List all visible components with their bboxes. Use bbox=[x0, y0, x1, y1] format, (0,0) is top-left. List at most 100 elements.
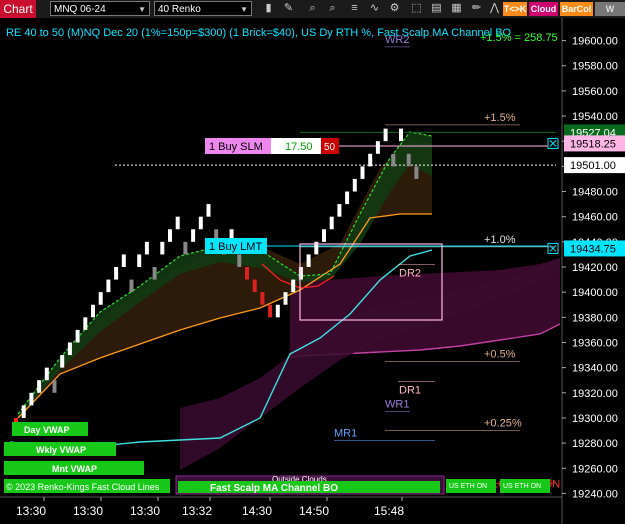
price-badge-value: 19434.75 bbox=[570, 243, 616, 255]
wvwap-toggle-button[interactable]: W VWA bbox=[595, 2, 625, 28]
eth-on-1: US ETH ON bbox=[449, 483, 487, 490]
strategy-icon[interactable]: ⚙ bbox=[388, 2, 401, 15]
renko-bar bbox=[75, 329, 80, 343]
price-tick-label: 19280.00 bbox=[572, 438, 618, 450]
pen-icon[interactable]: ✏ bbox=[470, 2, 483, 15]
buy-slm-label: 1 Buy SLM bbox=[209, 141, 263, 153]
renko-bar bbox=[206, 204, 211, 217]
window-title: Chart bbox=[0, 0, 36, 18]
tk-toggle-button[interactable]: T<>K bbox=[503, 2, 527, 16]
wkly-vwap-label: Wkly VWAP bbox=[36, 445, 86, 455]
renko-bar bbox=[268, 304, 273, 318]
renko-bar bbox=[83, 317, 88, 330]
level-label: +1.0% bbox=[484, 234, 516, 246]
day-vwap-label: Day VWAP bbox=[24, 425, 70, 435]
time-tick-label: 14:50 bbox=[299, 504, 329, 518]
price-badge-value: 19518.25 bbox=[570, 138, 616, 150]
barcol-toggle-button[interactable]: BarCol bbox=[560, 2, 593, 16]
renko-bar bbox=[106, 279, 111, 293]
price-tick-label: 19480.00 bbox=[572, 187, 618, 199]
price-tick-label: 19460.00 bbox=[572, 212, 618, 224]
buy-slm-order[interactable]: 1 Buy SLM 17.50 50 bbox=[205, 138, 339, 154]
renko-bar bbox=[44, 367, 49, 381]
renko-bar bbox=[322, 229, 326, 242]
renko-bar bbox=[152, 267, 157, 280]
renko-bar bbox=[360, 166, 365, 179]
fast-scalp-label: Fast Scalp MA Channel BO bbox=[210, 483, 338, 494]
level-label: +0.25% bbox=[484, 418, 522, 430]
time-tick-label: 13:30 bbox=[130, 504, 160, 518]
renko-bar bbox=[414, 166, 419, 179]
chevron-down-icon: ▼ bbox=[138, 5, 146, 14]
instrument-selector[interactable]: MNQ 06-24 ▼ bbox=[50, 1, 150, 16]
level-label: +1.5% bbox=[484, 112, 516, 124]
level-label: DR1 bbox=[399, 384, 421, 396]
price-tick-label: 19260.00 bbox=[572, 463, 618, 475]
price-tick-label: 19380.00 bbox=[572, 312, 618, 324]
price-tick-label: 19580.00 bbox=[572, 61, 618, 73]
renko-bar bbox=[283, 292, 288, 305]
price-tick-label: 19240.00 bbox=[572, 488, 618, 500]
renko-bar bbox=[391, 153, 396, 167]
cloud-toggle-button[interactable]: Cloud bbox=[529, 2, 558, 16]
properties-icon[interactable]: ≡ bbox=[348, 2, 361, 15]
pencil-icon[interactable]: ✎ bbox=[282, 2, 295, 15]
renko-bar bbox=[144, 241, 149, 255]
chart-toolbar: Chart MNQ 06-24 ▼ 40 Renko ▼ ▮ ✎ ⌕ ⌕ ≡ ∿… bbox=[0, 0, 625, 28]
renko-bar bbox=[345, 191, 350, 205]
template-icon[interactable]: ▤ bbox=[430, 2, 443, 15]
price-tick-label: 19320.00 bbox=[572, 388, 618, 400]
renko-bar bbox=[260, 292, 265, 305]
price-tick-label: 19300.00 bbox=[572, 413, 618, 425]
renko-bar bbox=[245, 267, 249, 280]
renko-bar bbox=[375, 141, 380, 154]
renko-bar bbox=[183, 241, 188, 255]
bar-type-selector[interactable]: 40 Renko ▼ bbox=[154, 1, 252, 16]
time-tick-label: 13:30 bbox=[16, 504, 46, 518]
price-tick-label: 19340.00 bbox=[572, 363, 618, 375]
time-tick-label: 14:30 bbox=[242, 504, 272, 518]
price-tick-label: 19560.00 bbox=[572, 86, 618, 98]
instrument-value: MNQ 06-24 bbox=[54, 4, 106, 15]
renko-bar bbox=[191, 229, 196, 242]
chevron-down-icon: ▼ bbox=[240, 5, 248, 14]
time-tick-label: 13:32 bbox=[182, 504, 212, 518]
level-label: WR1 bbox=[385, 399, 409, 411]
renko-bar bbox=[52, 380, 57, 393]
renko-bar bbox=[406, 153, 411, 167]
level-label: MR1 bbox=[334, 428, 357, 440]
renko-bar bbox=[137, 254, 142, 267]
renko-bar bbox=[21, 405, 26, 418]
vwap-icon[interactable]: ⋀ bbox=[488, 2, 501, 15]
buy-slm-qty: 50 bbox=[324, 142, 336, 153]
renko-bar bbox=[91, 304, 95, 318]
bar-type-value: 40 Renko bbox=[158, 4, 201, 15]
drawing-icon[interactable]: ⬚ bbox=[410, 2, 423, 15]
buy-lmt-label: 1 Buy LMT bbox=[209, 241, 262, 253]
renko-bar bbox=[121, 254, 126, 267]
renko-bar bbox=[60, 355, 65, 368]
renko-bar bbox=[337, 204, 342, 217]
indicator-icon[interactable]: ∿ bbox=[368, 2, 381, 15]
renko-bar bbox=[329, 216, 334, 230]
zoom-in-icon[interactable]: ⌕ bbox=[306, 2, 319, 15]
renko-bar bbox=[399, 128, 403, 142]
price-tick-label: 19400.00 bbox=[572, 287, 618, 299]
price-badge-value: 19501.00 bbox=[570, 160, 616, 172]
buy-lmt-order[interactable]: 1 Buy LMT bbox=[205, 238, 267, 254]
calendar-icon[interactable]: ▦ bbox=[450, 2, 463, 15]
renko-bar bbox=[383, 128, 388, 142]
mnt-vwap-label: Mnt VWAP bbox=[52, 464, 97, 474]
renko-bar bbox=[175, 216, 180, 230]
renko-bar bbox=[29, 392, 34, 406]
zoom-out-icon[interactable]: ⌕ bbox=[326, 2, 339, 15]
level-label: DR2 bbox=[399, 267, 421, 279]
renko-bar bbox=[291, 279, 296, 293]
price-chart[interactable]: WR2+1.5%+1.0%DR2+0.5%DR1WR1+0.25%MR1CLOS… bbox=[0, 18, 625, 524]
renko-bar bbox=[98, 292, 103, 305]
renko-bar bbox=[198, 216, 203, 230]
price-tick-label: 19360.00 bbox=[572, 337, 618, 349]
bars-icon[interactable]: ▮ bbox=[262, 2, 275, 15]
level-label: +0.5% bbox=[484, 348, 516, 360]
price-axis[interactable]: 19600.0019580.0019560.0019540.0019520.00… bbox=[561, 18, 625, 524]
